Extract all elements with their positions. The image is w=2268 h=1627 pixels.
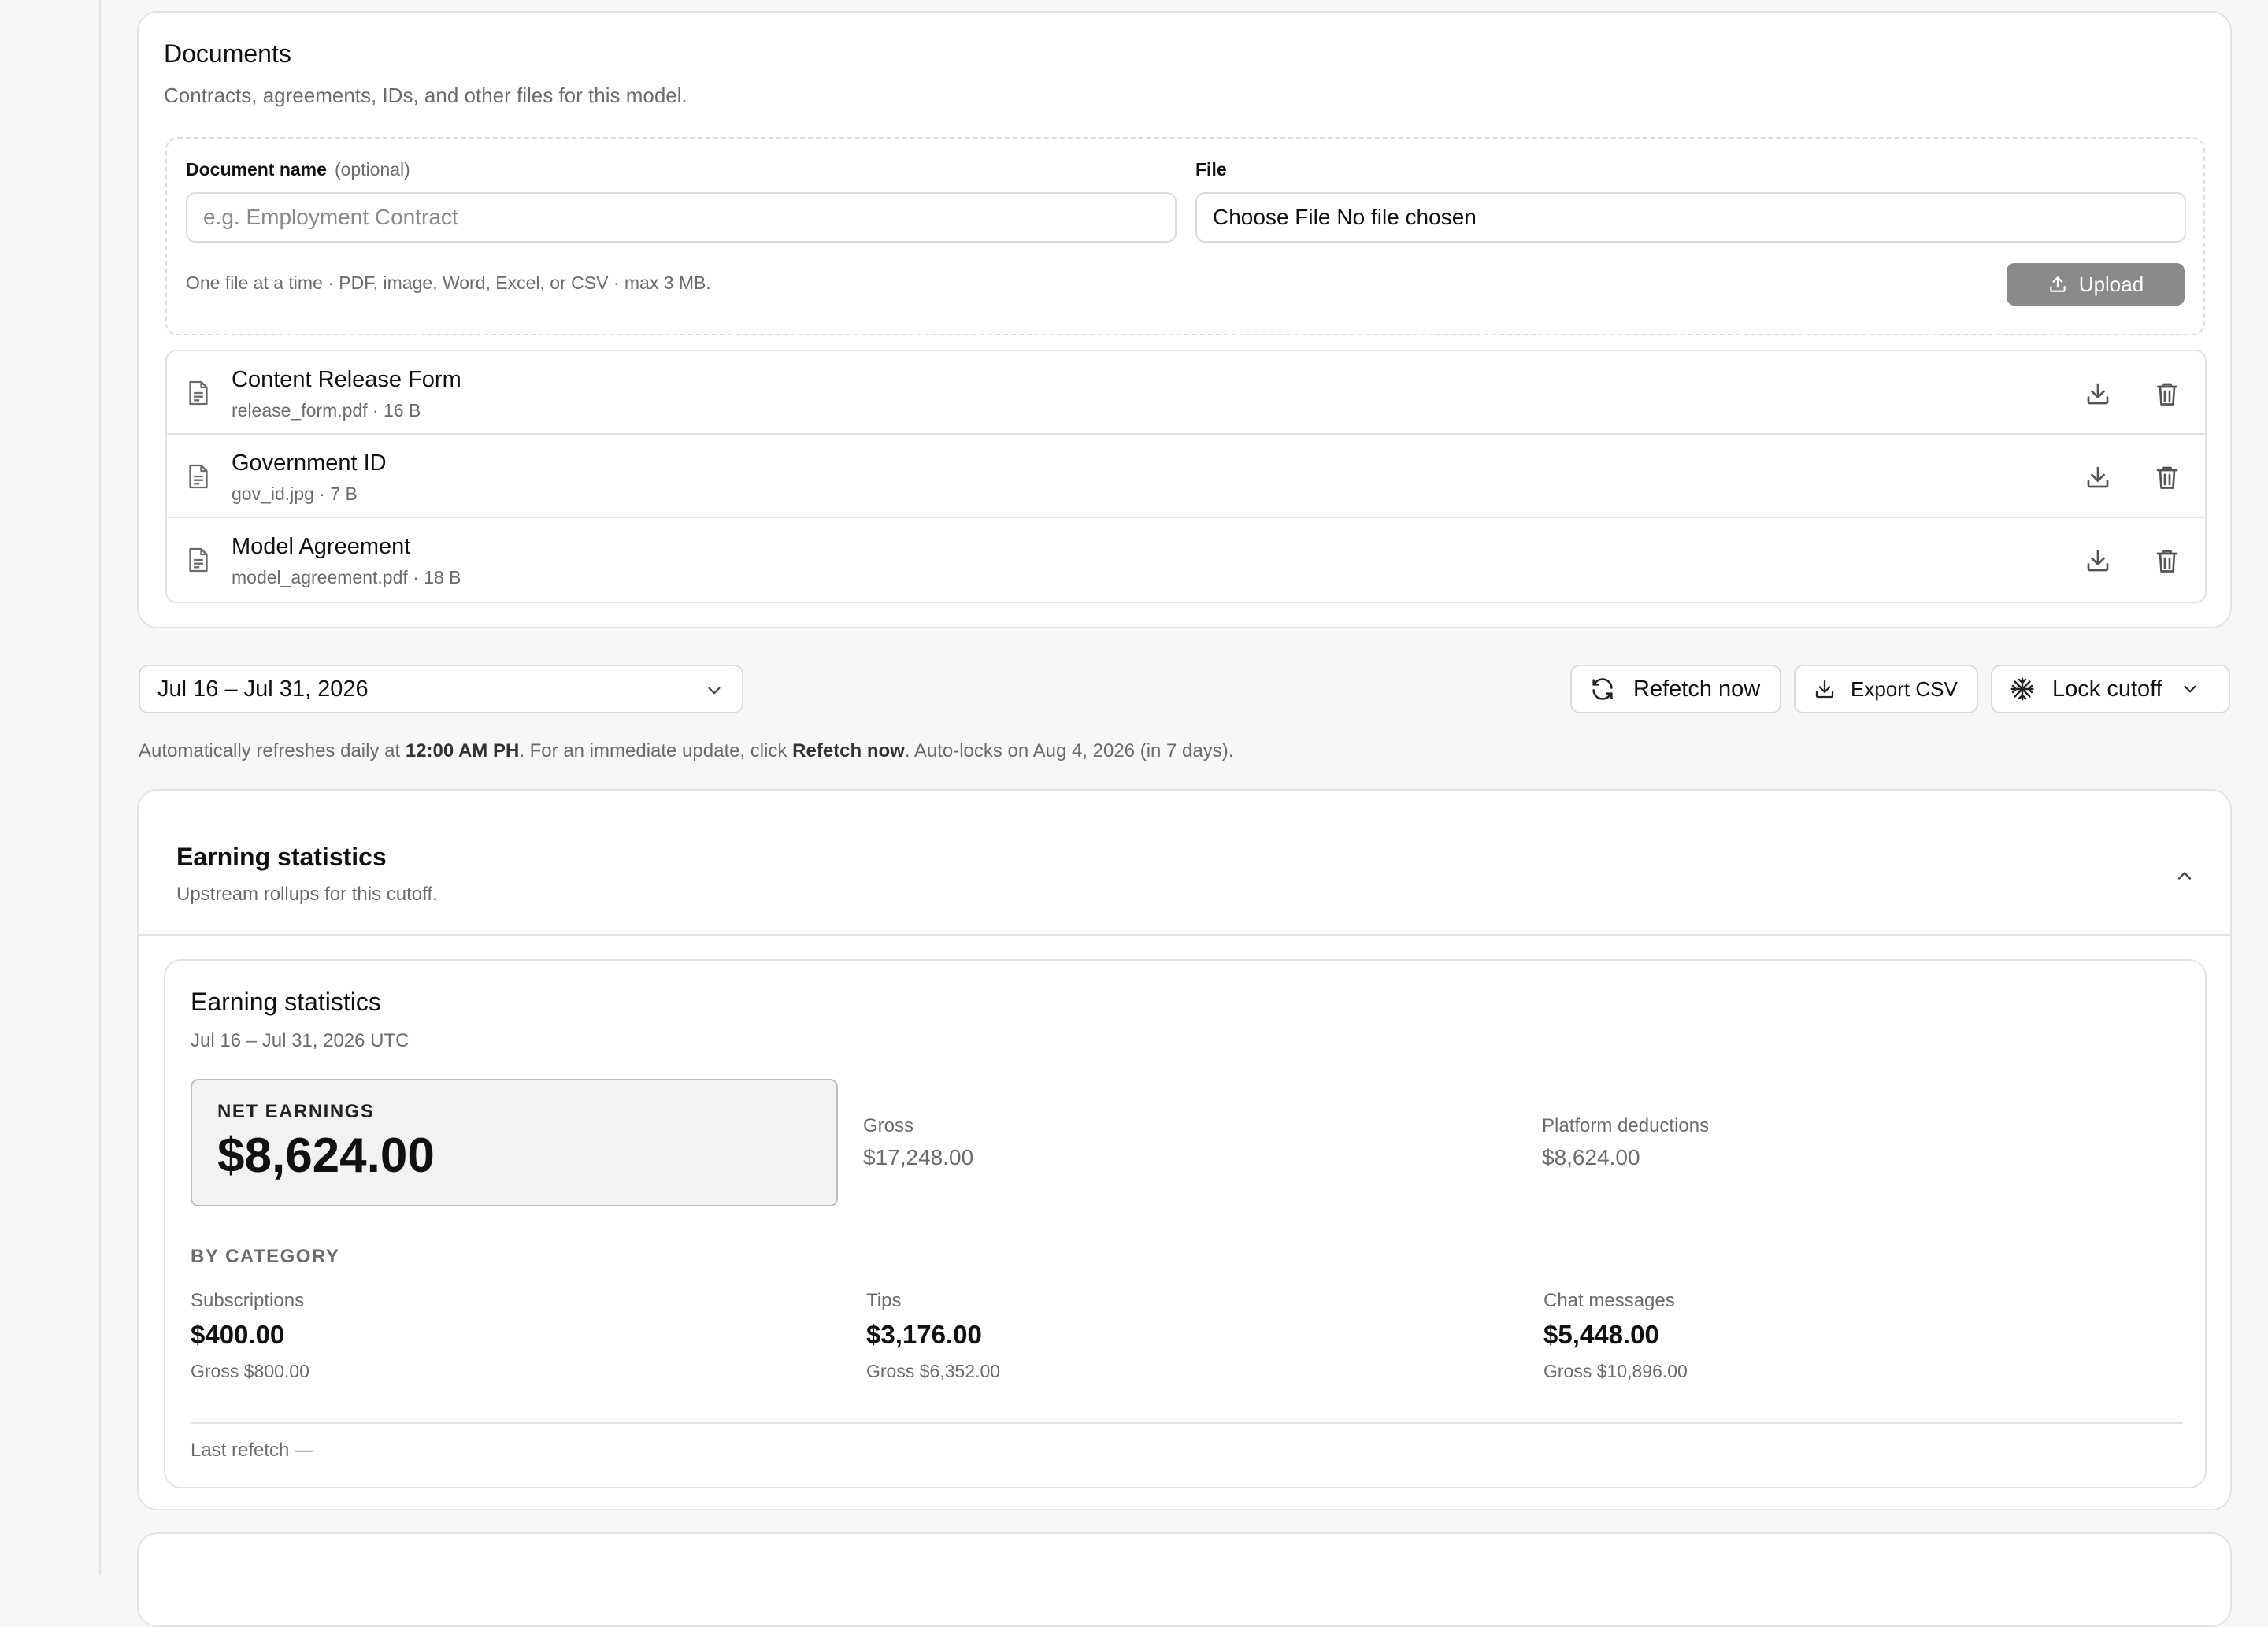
earning-statistics-section: Earning statistics Upstream rollups for … bbox=[137, 789, 2232, 1510]
file-text-icon bbox=[189, 547, 208, 573]
platform-deductions-label: Platform deductions bbox=[1542, 1115, 1710, 1136]
file-input[interactable]: Choose File No file chosen bbox=[1195, 192, 2186, 243]
by-category-label: BY CATEGORY bbox=[191, 1246, 340, 1267]
documents-subtitle: Contracts, agreements, IDs, and other fi… bbox=[164, 83, 687, 107]
category-label: Subscriptions bbox=[191, 1290, 305, 1311]
date-range-select[interactable]: Jul 16 – Jul 31, 2026 bbox=[139, 665, 743, 713]
section-title: Earning statistics bbox=[176, 843, 387, 871]
documents-title: Documents bbox=[164, 39, 291, 68]
chevron-up-icon[interactable] bbox=[2174, 865, 2196, 887]
autonote-time: 12:00 AM PH bbox=[405, 740, 520, 762]
autonote-action: Refetch now bbox=[792, 740, 905, 762]
document-list: Content Release Form release_form.pdf · … bbox=[165, 350, 2207, 603]
autonote-text: . Auto-locks on Aug 4, 2026 (in 7 days). bbox=[904, 740, 1234, 762]
list-item: Government ID gov_id.jpg · 7 B bbox=[167, 435, 2205, 518]
export-csv-button[interactable]: Export CSV bbox=[1794, 665, 1978, 713]
last-refetch: Last refetch — bbox=[191, 1440, 314, 1461]
trash-icon[interactable] bbox=[2153, 547, 2181, 575]
document-meta: release_form.pdf · 16 B bbox=[232, 400, 421, 421]
category-value: $400.00 bbox=[191, 1320, 285, 1349]
document-name-input[interactable]: e.g. Employment Contract bbox=[186, 192, 1177, 243]
net-earnings-label: NET EARNINGS bbox=[217, 1101, 375, 1122]
list-item: Model Agreement model_agreement.pdf · 18… bbox=[167, 518, 2205, 602]
list-item: Content Release Form release_form.pdf · … bbox=[167, 351, 2205, 435]
upload-button[interactable]: Upload bbox=[2007, 263, 2185, 306]
divider bbox=[191, 1422, 2183, 1424]
document-name-label: Document name (optional) bbox=[186, 159, 410, 180]
document-name: Content Release Form bbox=[232, 367, 461, 392]
category-gross: Gross $10,896.00 bbox=[1544, 1361, 1688, 1381]
upload-button-label: Upload bbox=[2078, 272, 2144, 296]
lock-cutoff-button[interactable]: Lock cutoff bbox=[1991, 665, 2230, 713]
file-text-icon bbox=[189, 380, 208, 406]
category-value: $5,448.00 bbox=[1544, 1320, 1659, 1349]
lock-cutoff-label: Lock cutoff bbox=[2052, 676, 2162, 702]
trash-icon[interactable] bbox=[2153, 380, 2181, 408]
refresh-icon bbox=[1592, 678, 1613, 700]
trash-icon[interactable] bbox=[2153, 463, 2181, 491]
download-icon bbox=[1815, 680, 1834, 699]
download-icon[interactable] bbox=[2084, 547, 2112, 575]
choose-file-button[interactable]: Choose File bbox=[1213, 205, 1330, 229]
documents-card: Documents Contracts, agreements, IDs, an… bbox=[137, 11, 2232, 628]
section-header[interactable]: Earning statistics Upstream rollups for … bbox=[139, 791, 2230, 936]
category-value: $3,176.00 bbox=[866, 1320, 982, 1349]
upload-icon bbox=[2050, 276, 2066, 292]
document-name-label-text: Document name bbox=[186, 159, 327, 180]
next-section-card bbox=[137, 1532, 2232, 1627]
file-text-icon bbox=[189, 464, 208, 489]
earning-statistics-card: Earning statistics Jul 16 – Jul 31, 2026… bbox=[164, 959, 2207, 1488]
sidebar bbox=[0, 0, 101, 1575]
optional-tag: (optional) bbox=[334, 159, 410, 180]
download-icon[interactable] bbox=[2084, 463, 2112, 491]
upload-hint: One file at a time · PDF, image, Word, E… bbox=[186, 272, 711, 293]
chevron-down-icon bbox=[708, 687, 721, 695]
platform-deductions-value: $8,624.00 bbox=[1542, 1145, 1640, 1169]
download-icon[interactable] bbox=[2084, 380, 2112, 408]
document-name: Model Agreement bbox=[232, 534, 411, 559]
upload-form: Document name (optional) e.g. Employment … bbox=[165, 137, 2205, 335]
file-status: No file chosen bbox=[1336, 205, 1477, 229]
file-label: File bbox=[1195, 159, 1227, 180]
autonote-text: Automatically refreshes daily at bbox=[139, 740, 406, 762]
refetch-now-button[interactable]: Refetch now bbox=[1570, 665, 1781, 713]
stats-range: Jul 16 – Jul 31, 2026 UTC bbox=[191, 1030, 410, 1051]
auto-refresh-note: Automatically refreshes daily at 12:00 A… bbox=[139, 740, 1233, 762]
gross-value: $17,248.00 bbox=[863, 1145, 974, 1169]
chevron-down-icon bbox=[2184, 685, 2196, 693]
document-name: Government ID bbox=[232, 450, 387, 476]
document-meta: gov_id.jpg · 7 B bbox=[232, 484, 358, 504]
snowflake-icon bbox=[2010, 677, 2034, 701]
category-label: Tips bbox=[866, 1290, 902, 1311]
date-range-value: Jul 16 – Jul 31, 2026 bbox=[158, 676, 369, 702]
section-subtitle: Upstream rollups for this cutoff. bbox=[176, 884, 438, 905]
category-label: Chat messages bbox=[1544, 1290, 1675, 1311]
category-gross: Gross $800.00 bbox=[191, 1361, 309, 1381]
net-earnings-box: NET EARNINGS $8,624.00 bbox=[191, 1079, 838, 1206]
autonote-text: . For an immediate update, click bbox=[519, 740, 793, 762]
net-earnings-value: $8,624.00 bbox=[217, 1129, 435, 1183]
category-gross: Gross $6,352.00 bbox=[866, 1361, 1001, 1381]
export-csv-label: Export CSV bbox=[1851, 676, 1958, 701]
document-meta: model_agreement.pdf · 18 B bbox=[232, 567, 461, 587]
refetch-now-label: Refetch now bbox=[1633, 676, 1761, 702]
gross-label: Gross bbox=[863, 1115, 914, 1136]
stats-title: Earning statistics bbox=[191, 988, 381, 1016]
